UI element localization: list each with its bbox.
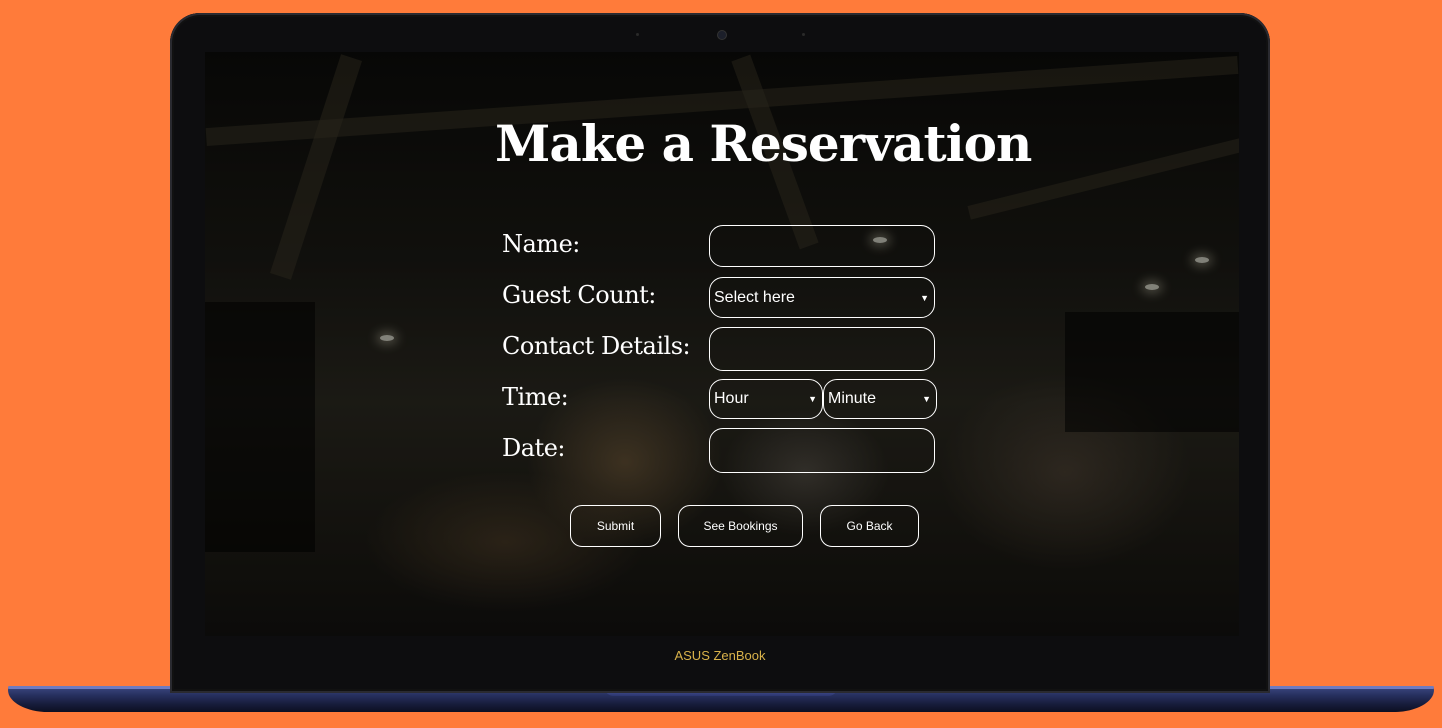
page: Make a Reservation Name: Guest Count: Se… (0, 0, 1442, 728)
hour-select[interactable]: Hour ▼ (709, 379, 823, 419)
name-label: Name: (502, 230, 580, 258)
minute-select[interactable]: Minute ▼ (823, 379, 937, 419)
sensor-dot-left (636, 33, 639, 36)
name-input[interactable] (709, 225, 935, 267)
contact-details-input[interactable] (709, 327, 935, 371)
brand-logo-text: ASUS ZenBook (674, 648, 766, 663)
contact-details-label: Contact Details: (502, 332, 691, 360)
guest-count-select[interactable]: Select here ▼ (709, 277, 935, 318)
minute-selected-value: Minute (828, 390, 877, 407)
go-back-button[interactable]: Go Back (820, 505, 919, 547)
webcam-icon (718, 31, 726, 39)
sensor-dot-right (802, 33, 805, 36)
submit-button[interactable]: Submit (570, 505, 661, 547)
hour-selected-value: Hour (714, 390, 749, 407)
time-label: Time: (502, 383, 569, 411)
chevron-down-icon: ▼ (920, 292, 929, 303)
chevron-down-icon: ▼ (808, 394, 817, 404)
guest-count-label: Guest Count: (502, 281, 656, 309)
guest-count-selected-value: Select here (714, 288, 795, 306)
see-bookings-button[interactable]: See Bookings (678, 505, 803, 547)
chevron-down-icon: ▼ (922, 394, 931, 404)
laptop-screen: Make a Reservation Name: Guest Count: Se… (205, 52, 1239, 636)
date-input[interactable] (709, 428, 935, 473)
date-label: Date: (502, 434, 565, 462)
page-title: Make a Reservation (495, 114, 1032, 173)
